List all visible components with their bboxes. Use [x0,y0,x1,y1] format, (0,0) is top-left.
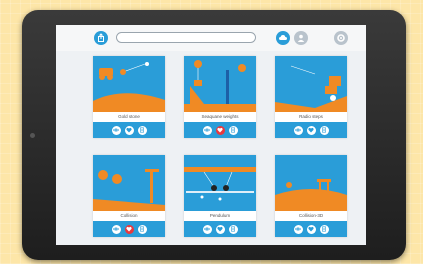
eye-icon [204,227,210,231]
cloud-icon [279,35,287,40]
share-button[interactable] [94,31,108,45]
document-icon [140,127,144,133]
open-button[interactable] [137,125,147,135]
card-actions [93,122,165,138]
view-button[interactable] [202,224,212,234]
simulation-preview [93,62,165,112]
app-screen: Gold stone Seaquane weights Radio steps … [56,25,366,245]
simulation-preview [93,169,165,211]
open-button[interactable] [137,224,147,234]
cloud-button[interactable] [276,31,290,45]
project-card[interactable]: Pendulum [184,155,256,237]
project-thumbnail[interactable] [93,56,165,112]
project-title: Radio steps [299,114,323,119]
simulation-preview [184,167,256,201]
like-button[interactable] [124,125,134,135]
like-button[interactable] [306,224,316,234]
card-actions [184,122,256,138]
share-icon [98,33,104,42]
view-button[interactable] [202,125,212,135]
project-card[interactable]: Collision-3D [275,155,347,237]
document-icon [322,226,326,232]
top-toolbar [56,25,366,51]
project-card[interactable]: Seaquane weights [184,56,256,138]
project-title: Seaquane weights [201,114,239,119]
project-title: Gold stone [118,114,140,119]
document-icon [140,226,144,232]
project-thumbnail[interactable] [275,56,347,112]
like-button[interactable] [215,125,225,135]
eye-icon [113,128,119,132]
like-button[interactable] [306,125,316,135]
open-button[interactable] [228,224,238,234]
eye-icon [295,128,301,132]
project-thumbnail[interactable] [275,155,347,211]
simulation-preview [275,179,347,211]
card-actions [275,221,347,237]
settings-icon [337,34,345,42]
project-title: Collision [120,213,138,218]
simulation-preview [184,60,256,112]
document-icon [231,127,235,133]
user-button[interactable] [294,31,308,45]
view-button[interactable] [111,125,121,135]
document-icon [231,226,235,232]
view-button[interactable] [293,224,303,234]
search-input[interactable] [116,32,256,43]
view-button[interactable] [111,224,121,234]
project-card[interactable]: Collision [93,155,165,237]
card-actions [275,122,347,138]
open-button[interactable] [228,125,238,135]
project-thumbnail[interactable] [93,155,165,211]
heart-icon [126,127,132,133]
simulation-preview [275,65,347,112]
project-card[interactable]: Radio steps [275,56,347,138]
heart-icon [308,226,314,232]
heart-icon [126,226,132,232]
like-button[interactable] [215,224,225,234]
eye-icon [113,227,119,231]
heart-icon [217,127,223,133]
project-title: Collision-3D [298,213,324,218]
project-title: Pendulum [209,213,231,218]
heart-icon [308,127,314,133]
card-actions [93,221,165,237]
like-button[interactable] [124,224,134,234]
open-button[interactable] [319,224,329,234]
heart-icon [217,226,223,232]
document-icon [322,127,326,133]
card-actions [184,221,256,237]
eye-icon [204,128,210,132]
eye-icon [295,227,301,231]
user-icon [297,34,305,42]
view-button[interactable] [293,125,303,135]
project-card[interactable]: Gold stone [93,56,165,138]
open-button[interactable] [319,125,329,135]
project-thumbnail[interactable] [184,56,256,112]
tablet-camera [30,133,35,138]
project-thumbnail[interactable] [184,155,256,211]
settings-button[interactable] [334,31,348,45]
